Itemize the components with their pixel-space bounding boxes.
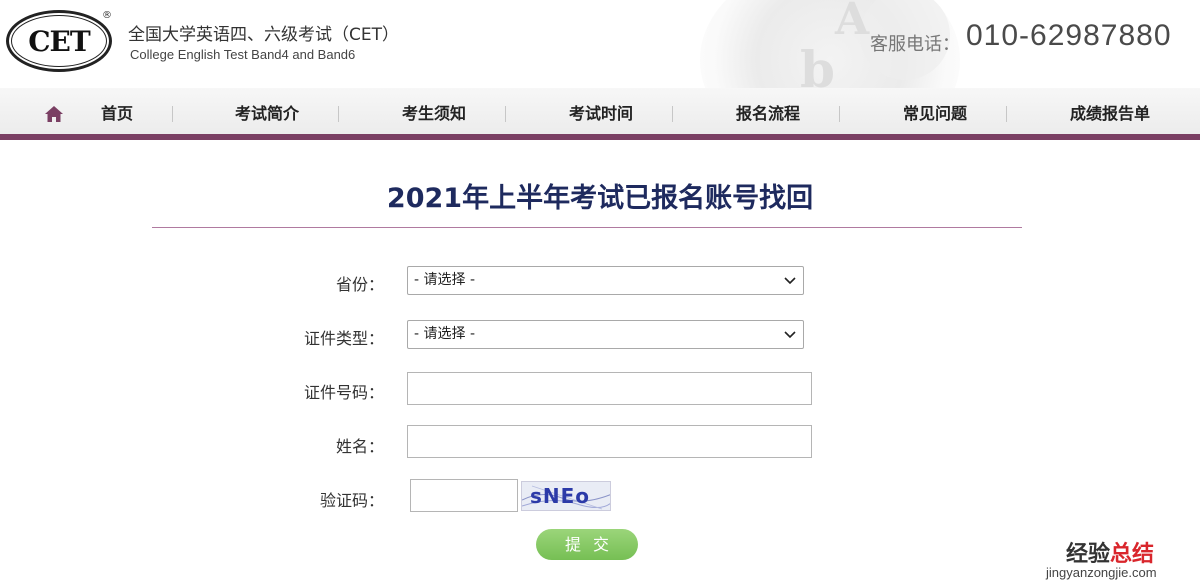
nav-item-registration-process[interactable]: 报名流程 <box>719 88 817 140</box>
cet-logo[interactable]: CET <box>6 10 112 72</box>
captcha-text: sNEo <box>530 484 591 508</box>
chevron-down-icon <box>784 331 796 339</box>
captcha-input[interactable] <box>410 479 518 512</box>
header-decoration-letter: b <box>800 40 835 88</box>
page-title: 2021年上半年考试已报名账号找回 <box>386 183 814 214</box>
nav-item-exam-intro[interactable]: 考试简介 <box>218 88 316 140</box>
nav-separator <box>672 106 673 122</box>
nav-item-home[interactable]: 首页 <box>92 88 142 140</box>
watermark-brand-black: 经验 <box>1066 542 1111 567</box>
hotline-label: 客服电话： <box>870 34 960 55</box>
name-label: 姓名： <box>335 437 384 456</box>
captcha-label: 验证码： <box>319 491 384 510</box>
registered-mark: ® <box>102 10 112 21</box>
main-nav: 首页 考试简介 考生须知 考试时间 报名流程 常见问题 成绩报告单 <box>0 88 1200 140</box>
nav-separator <box>338 106 339 122</box>
watermark-brand: 经验总结 <box>1066 536 1154 568</box>
captcha-image[interactable]: sNEo <box>521 481 611 511</box>
id-number-input[interactable] <box>407 372 812 405</box>
cet-logo-inner-ring: CET <box>11 15 107 67</box>
nav-separator <box>839 106 840 122</box>
nav-item-exam-time[interactable]: 考试时间 <box>552 88 650 140</box>
title-divider <box>152 227 1022 228</box>
id-type-label: 证件类型： <box>303 329 384 348</box>
site-header: A b CET ® 全国大学英语四、六级考试（CET） College Engl… <box>0 0 1200 88</box>
site-title-en: College English Test Band4 and Band6 <box>130 47 356 62</box>
chevron-down-icon <box>784 277 796 285</box>
province-select-value: - 请选择 - <box>414 272 476 288</box>
nav-separator <box>505 106 506 122</box>
submit-button[interactable]: 提交 <box>536 529 638 560</box>
nav-separator <box>172 106 173 122</box>
name-input[interactable] <box>407 425 812 458</box>
id-type-select-value: - 请选择 - <box>414 326 476 342</box>
id-number-label: 证件号码： <box>303 383 384 402</box>
cet-logo-text: CET <box>28 24 90 58</box>
watermark-brand-red: 总结 <box>1110 542 1155 567</box>
nav-item-faq[interactable]: 常见问题 <box>886 88 984 140</box>
province-label: 省份： <box>335 275 384 294</box>
watermark-url: jingyanzongjie.com <box>1046 565 1157 580</box>
province-select[interactable]: - 请选择 - <box>407 266 804 295</box>
site-title-cn: 全国大学英语四、六级考试（CET） <box>128 25 399 45</box>
id-type-select[interactable]: - 请选择 - <box>407 320 804 349</box>
header-decoration-letter: A <box>835 0 870 45</box>
hotline-number: 010-62987880 <box>966 19 1172 52</box>
nav-separator <box>1006 106 1007 122</box>
nav-item-score-report[interactable]: 成绩报告单 <box>1052 88 1168 140</box>
nav-item-candidate-notice[interactable]: 考生须知 <box>385 88 483 140</box>
home-icon[interactable] <box>44 105 64 123</box>
